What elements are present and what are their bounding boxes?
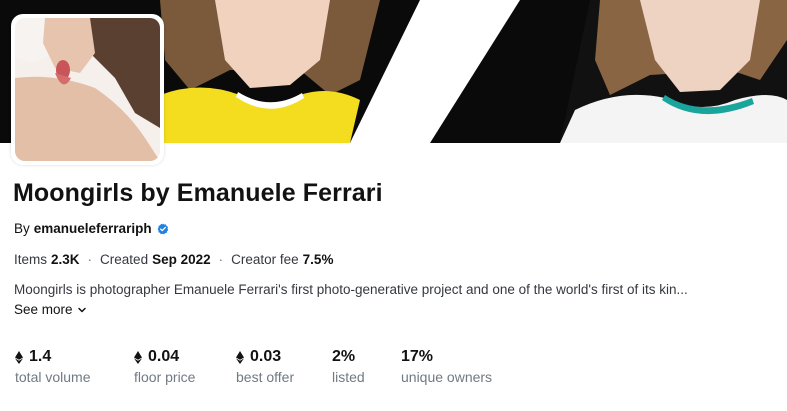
created-value: Sep 2022 <box>152 252 211 267</box>
collection-avatar-frame <box>11 14 164 165</box>
items-value: 2.3K <box>51 252 80 267</box>
total-volume-label: total volume <box>15 369 91 385</box>
creator-link[interactable]: emanueleferrariph <box>34 221 152 236</box>
chevron-down-icon <box>77 307 86 312</box>
floor-price-value: 0.04 <box>148 348 180 365</box>
ethereum-icon <box>134 350 142 364</box>
see-more-label: See more <box>14 302 73 317</box>
creator-byline: By emanueleferrariph <box>14 221 169 236</box>
floor-price-label: floor price <box>134 369 196 385</box>
stat-listed[interactable]: 2% listed <box>332 347 401 385</box>
ethereum-icon <box>236 350 244 364</box>
stat-unique-owners[interactable]: 17% unique owners <box>401 347 511 385</box>
creator-fee-value: 7.5% <box>302 252 334 267</box>
stat-total-volume[interactable]: 1.4 total volume <box>15 347 134 385</box>
collection-title: Moongirls by Emanuele Ferrari <box>13 179 383 207</box>
creator-fee-label: Creator fee <box>231 252 299 267</box>
by-label: By <box>14 221 30 236</box>
collection-meta: Items 2.3K · Created Sep 2022 · Creator … <box>14 252 333 267</box>
total-volume-value: 1.4 <box>29 348 52 365</box>
stat-floor-price[interactable]: 0.04 floor price <box>134 347 236 385</box>
listed-label: listed <box>332 369 365 385</box>
unique-owners-value: 17% <box>401 348 434 365</box>
collection-avatar[interactable] <box>15 18 160 161</box>
avatar-image <box>15 18 160 161</box>
collection-description: Moongirls is photographer Emanuele Ferra… <box>14 282 688 297</box>
listed-value: 2% <box>332 348 356 365</box>
stat-best-offer[interactable]: 0.03 best offer <box>236 347 332 385</box>
verified-badge-icon <box>157 223 169 235</box>
created-label: Created <box>100 252 149 267</box>
best-offer-label: best offer <box>236 369 295 385</box>
best-offer-value: 0.03 <box>250 348 282 365</box>
meta-separator: · <box>87 252 93 267</box>
items-label: Items <box>14 252 48 267</box>
ethereum-icon <box>15 350 23 364</box>
unique-owners-label: unique owners <box>401 369 493 385</box>
see-more-button[interactable]: See more <box>14 302 87 317</box>
collection-stats: 1.4 total volume 0.04 floor price 0.03 b… <box>15 347 511 385</box>
meta-separator: · <box>218 252 224 267</box>
